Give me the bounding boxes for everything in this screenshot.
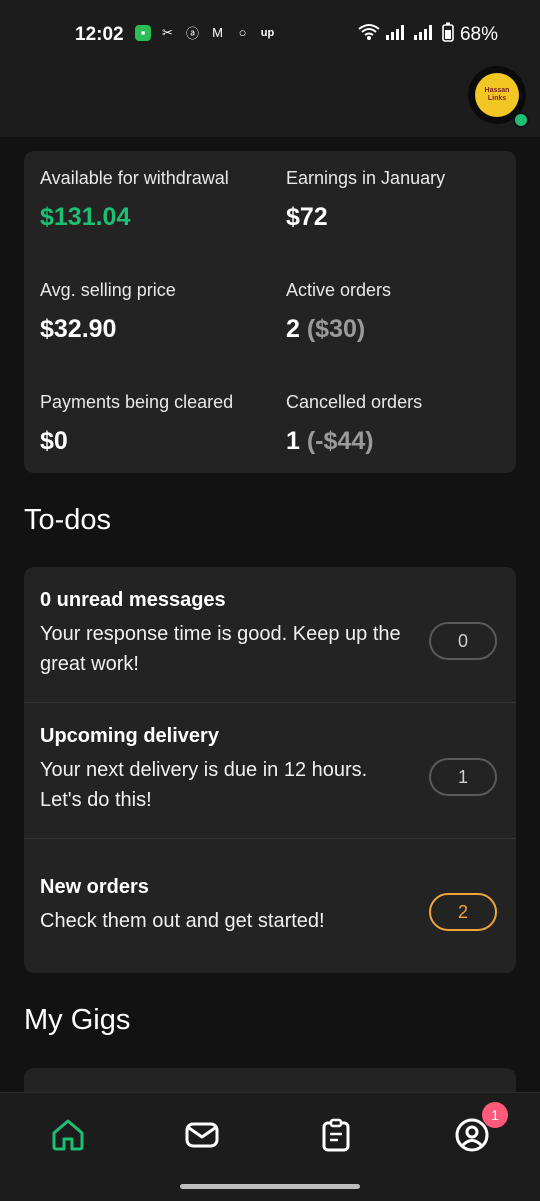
stat-label: Cancelled orders: [286, 392, 423, 412]
stat-value: 2 ($30): [286, 315, 516, 344]
nav-home[interactable]: [48, 1115, 88, 1155]
active-orders-stat[interactable]: Active orders 2 ($30): [286, 280, 516, 344]
my-gigs-title: My Gigs: [24, 1004, 131, 1036]
earnings-summary-card: Available for withdrawal $131.04 Earning…: [24, 151, 516, 473]
threads-icon: ⓐ: [185, 26, 199, 41]
orders-icon: [322, 1118, 350, 1152]
stat-label: Earnings in January: [286, 168, 446, 188]
nav-orders[interactable]: [316, 1115, 356, 1155]
todos-card: 0 unread messages Your response time is …: [24, 567, 516, 973]
avatar: Hassan Links: [475, 73, 519, 117]
nav-inbox[interactable]: [182, 1115, 222, 1155]
messages-app-icon: ▪: [135, 24, 151, 41]
system-icons: 68%: [358, 22, 498, 48]
todo-description: Check them out and get started!: [40, 910, 325, 932]
todo-count-pill: 2: [429, 893, 497, 931]
available-withdrawal-stat[interactable]: Available for withdrawal $131.04: [40, 168, 270, 232]
todo-count-pill: 0: [429, 622, 497, 660]
stat-label: Payments being cleared: [40, 392, 234, 412]
online-status-dot: [513, 112, 529, 128]
stat-value: 1 (-$44): [286, 427, 516, 456]
stat-value: $72: [286, 203, 328, 231]
active-orders-amount: ($30): [306, 315, 366, 343]
todo-unread-messages[interactable]: 0 unread messages Your response time is …: [24, 567, 516, 702]
stat-label: Available for withdrawal: [40, 168, 229, 188]
upwork-icon: up: [260, 26, 275, 39]
todos-title: To-dos: [24, 504, 112, 536]
stat-value: $0: [40, 427, 68, 455]
todo-description: Your response time is good. Keep up the …: [40, 623, 401, 675]
status-time: 12:02: [75, 24, 124, 45]
notification-icons: ▪ ✂ ⓐ M ○ up: [135, 24, 276, 41]
app-header: [0, 70, 540, 137]
todo-title: New orders: [40, 876, 149, 898]
todo-new-orders[interactable]: New orders Check them out and get starte…: [24, 839, 516, 973]
profile-notification-badge: 1: [482, 1102, 508, 1128]
capcut-icon: ✂: [162, 24, 173, 40]
home-icon: [52, 1119, 84, 1151]
stat-value: $131.04: [40, 203, 131, 231]
todo-description: Your next delivery is due in 12 hours. L…: [40, 759, 368, 811]
payments-clearing-stat: Payments being cleared $0: [40, 392, 270, 456]
cancelled-orders-amount: (-$44): [306, 427, 374, 455]
gmail-icon: M: [212, 25, 223, 40]
gesture-home-bar[interactable]: [180, 1184, 360, 1189]
stat-label: Active orders: [286, 280, 392, 300]
signal-icon: [385, 24, 408, 46]
todo-upcoming-delivery[interactable]: Upcoming delivery Your next delivery is …: [24, 703, 516, 838]
battery-icon: [442, 22, 454, 48]
active-orders-count: 2: [286, 315, 300, 343]
earnings-month-stat[interactable]: Earnings in January $72: [286, 168, 516, 232]
todo-count-pill: 1: [429, 758, 497, 796]
stat-value: $32.90: [40, 315, 117, 343]
todo-title: 0 unread messages: [40, 589, 226, 611]
inbox-icon: [185, 1122, 219, 1148]
cancelled-orders-count: 1: [286, 427, 300, 455]
signal-icon-2: [413, 24, 436, 46]
battery-percent: 68%: [459, 24, 498, 45]
status-bar: 12:02 ▪ ✂ ⓐ M ○ up 68%: [0, 0, 540, 70]
circle-icon: ○: [238, 25, 247, 40]
todo-title: Upcoming delivery: [40, 725, 219, 747]
avg-selling-price-stat: Avg. selling price $32.90: [40, 280, 270, 344]
stat-label: Avg. selling price: [40, 280, 176, 300]
wifi-icon: [358, 23, 380, 47]
cancelled-orders-stat[interactable]: Cancelled orders 1 (-$44): [286, 392, 516, 456]
